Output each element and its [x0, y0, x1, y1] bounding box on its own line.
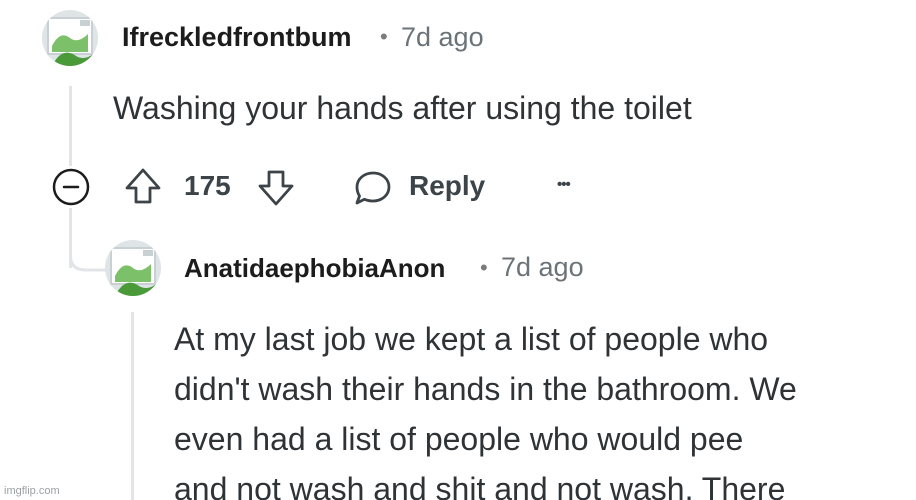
comment-2-body-line: and not wash and shit and not wash. Ther… [174, 471, 786, 500]
avatar-image-icon[interactable] [105, 240, 161, 296]
downvote-arrow-icon[interactable] [256, 168, 296, 208]
comment-2-separator: • [480, 255, 488, 280]
watermark: imgflip.com [4, 485, 60, 497]
comment-2-body-line: even had a list of people who would pee [174, 421, 744, 457]
comment-1-score: 175 [184, 170, 231, 201]
thread-line-main[interactable] [69, 86, 72, 166]
thread-line-curve [69, 250, 108, 272]
comment-2-body-line: At my last job we kept a list of people … [174, 321, 769, 357]
comment-2-username[interactable]: AnatidaephobiaAnon [184, 253, 445, 284]
reply-label: Reply [409, 170, 486, 201]
collapse-icon[interactable] [51, 167, 91, 207]
upvote-arrow-icon[interactable] [123, 166, 163, 206]
comment-1-timestamp[interactable]: 7d ago [401, 22, 484, 53]
thread-line-reply[interactable] [131, 312, 134, 500]
avatar-image-icon[interactable] [42, 10, 98, 66]
comment-1-username[interactable]: Ifreckledfrontbum [122, 22, 352, 53]
comment-thread: Ifreckledfrontbum • 7d ago Washing your … [0, 0, 916, 500]
comment-1-body: Washing your hands after using the toile… [113, 90, 692, 126]
more-options-icon[interactable]: ••• [557, 176, 571, 193]
comment-2-timestamp[interactable]: 7d ago [501, 252, 584, 283]
comment-1-separator: • [380, 24, 388, 49]
comment-2-body-line: didn't wash their hands in the bathroom.… [174, 371, 797, 407]
speech-bubble-icon [355, 171, 391, 205]
